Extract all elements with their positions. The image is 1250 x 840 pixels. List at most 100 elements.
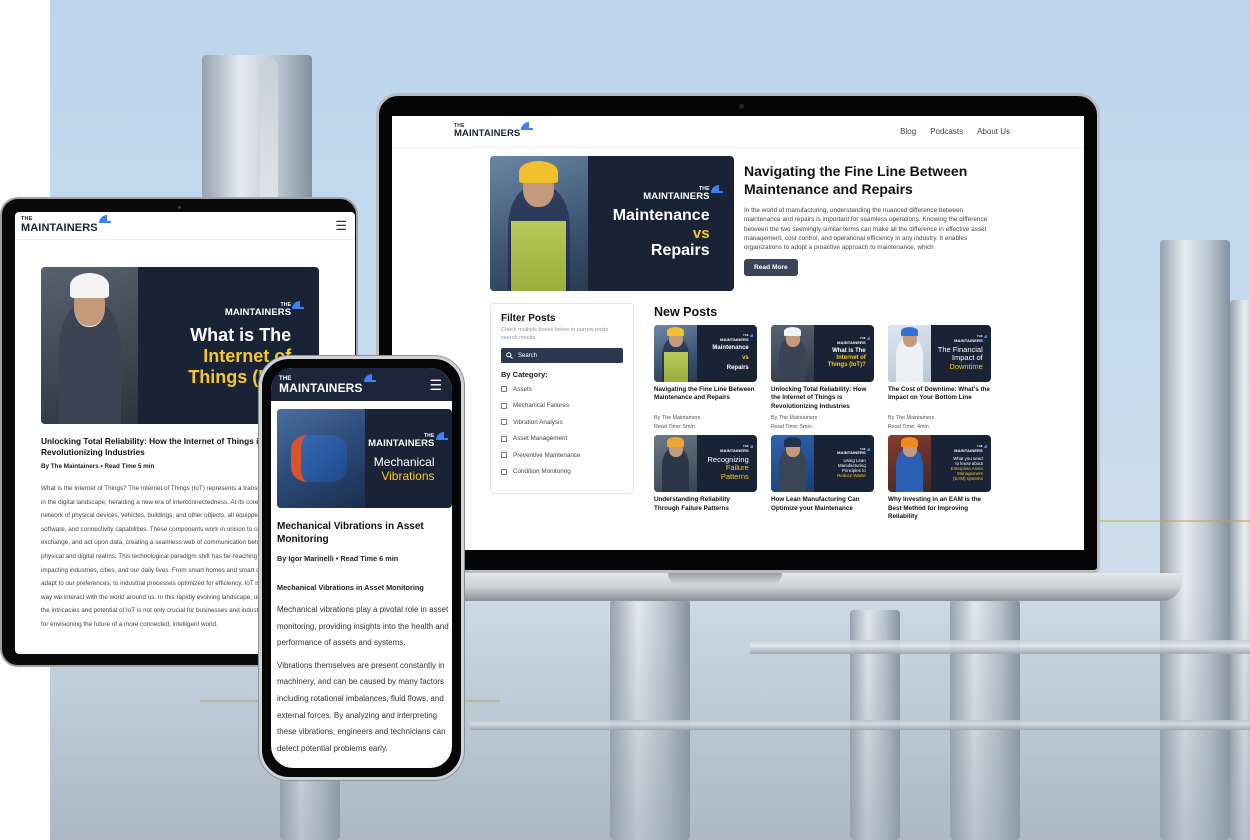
nav-about-us[interactable]: About Us	[977, 127, 1010, 136]
category-label-text: Vibration Analysis	[513, 418, 563, 426]
filter-panel: Filter Posts Check multiple boxes below …	[490, 303, 634, 494]
category-item[interactable]: Asset Management	[501, 431, 623, 448]
thumb-line: Reduce Waste	[837, 473, 866, 479]
posts-grid: THE MAINTAINERS Maintenance vs Repairs Na…	[654, 325, 991, 521]
laptop-notch	[668, 573, 782, 585]
site-header: THE MAINTAINERS Blog Podcasts About Us	[392, 116, 1084, 148]
checkbox[interactable]	[501, 452, 507, 459]
post-title[interactable]: Unlocking Total Reliability: How the Int…	[771, 386, 874, 411]
article-meta: By Igor Marinelli • Read Time 6 min	[277, 554, 399, 563]
camera-icon	[178, 206, 181, 209]
motor-illustration	[291, 434, 347, 483]
post-thumbnail[interactable]: THE MAINTAINERS What you need to know abo…	[888, 435, 991, 493]
featured-post-image[interactable]: THE MAINTAINERS Maintenance vs Repairs	[490, 156, 734, 291]
featured-post: THE MAINTAINERS Maintenance vs Repairs Na…	[392, 148, 1084, 291]
worker-photo	[490, 156, 588, 291]
post-card[interactable]: THE MAINTAINERS The Financial Impact of D…	[888, 325, 991, 431]
thumb-line: Maintenance	[712, 344, 749, 351]
category-list: Assets Mechanical Failures Vibration Ana…	[501, 381, 623, 480]
post-thumbnail[interactable]: THE MAINTAINERS The Financial Impact of D…	[888, 325, 991, 382]
menu-icon[interactable]: ☰	[335, 219, 347, 232]
thumb-line: Repairs	[726, 364, 749, 371]
filter-subtitle: Check multiple boxes below to narrow pos…	[501, 327, 609, 341]
banner-line: Vibrations	[381, 468, 435, 483]
camera-icon	[739, 104, 744, 109]
post-title[interactable]: Understanding Reliability Through Failur…	[654, 496, 757, 521]
article-title: Mechanical Vibrations in Asset Monitorin…	[277, 521, 424, 545]
post-card[interactable]: THE MAINTAINERS Maintenance vs Repairs Na…	[654, 325, 757, 431]
checkbox[interactable]	[501, 419, 507, 426]
category-item[interactable]: Condition Monitoring	[501, 464, 623, 481]
phone-header: THE MAINTAINERS ☰	[271, 368, 452, 401]
category-label-text: Assets	[513, 385, 532, 393]
new-posts: New Posts THE MAINTAINERS Maintenance vs …	[654, 303, 991, 521]
banner-line: Repairs	[650, 242, 710, 260]
search-icon	[506, 352, 513, 359]
laptop-frame: THE MAINTAINERS Blog Podcasts About Us T…	[376, 93, 1100, 573]
post-read-time: Read Time: 5min	[654, 423, 695, 430]
featured-post-title[interactable]: Navigating the Fine Line Between Mainten…	[744, 162, 989, 198]
category-label: By Category:	[501, 370, 548, 379]
nav-blog[interactable]: Blog	[900, 127, 916, 136]
thumb-line: (EAM) systems	[953, 475, 983, 481]
category-item[interactable]: Vibration Analysis	[501, 414, 623, 431]
post-title[interactable]: Navigating the Fine Line Between Mainten…	[654, 386, 757, 411]
content-area: Filter Posts Check multiple boxes below …	[392, 291, 1084, 521]
category-label-text: Asset Management	[513, 435, 568, 443]
post-thumbnail[interactable]: THE MAINTAINERS What is The Internet of T…	[771, 325, 874, 382]
post-title[interactable]: How Lean Manufacturing Can Optimize your…	[771, 496, 874, 521]
search-input[interactable]: Search	[501, 348, 623, 363]
category-label-text: Mechanical Failures	[513, 402, 569, 410]
post-card[interactable]: THE MAINTAINERS What is The Internet of T…	[771, 325, 874, 431]
banner-line: Maintenance	[612, 207, 710, 225]
post-author: By The Maintainers	[888, 415, 935, 421]
category-label-text: Condition Monitoring	[513, 468, 571, 476]
logo[interactable]: THE MAINTAINERS	[21, 215, 111, 234]
post-title[interactable]: Why Investing in an EAM is the Best Meth…	[888, 496, 991, 521]
checkbox[interactable]	[501, 402, 507, 409]
logo-mark-icon	[521, 122, 534, 131]
featured-post-excerpt: In the world of manufacturing, understan…	[744, 207, 988, 252]
post-read-time: Read Time: 4min	[888, 423, 929, 430]
post-thumbnail[interactable]: THE MAINTAINERS Recognizing Failure Patte…	[654, 435, 757, 493]
banner-logo: THE MAINTAINERS	[225, 300, 305, 318]
post-thumbnail[interactable]: THE MAINTAINERS Using Lean Manufacturing …	[771, 435, 874, 493]
thumb-line: vs	[742, 354, 749, 361]
banner-line: vs	[692, 225, 710, 243]
main-nav: Blog Podcasts About Us	[900, 127, 1010, 136]
read-more-button[interactable]: Read More	[744, 259, 798, 277]
article-subheading: Mechanical Vibrations in Asset Monitorin…	[277, 583, 424, 592]
checkbox[interactable]	[501, 435, 507, 442]
laptop-screen: THE MAINTAINERS Blog Podcasts About Us T…	[392, 116, 1084, 550]
mockup-stage: THE MAINTAINERS Blog Podcasts About Us T…	[0, 0, 1250, 840]
menu-icon[interactable]: ☰	[429, 378, 442, 392]
checkbox[interactable]	[501, 468, 507, 475]
logo[interactable]: THE MAINTAINERS	[279, 373, 376, 394]
featured-post-text: Navigating the Fine Line Between Mainten…	[744, 156, 989, 291]
banner-logo: THE MAINTAINERS	[368, 432, 448, 449]
category-item[interactable]: Mechanical Failures	[501, 398, 623, 415]
tablet-header: THE MAINTAINERS ☰	[15, 212, 355, 240]
banner-line: Mechanical	[373, 454, 435, 469]
post-title[interactable]: The Cost of Downtime: What's the Impact …	[888, 386, 991, 411]
article-hero-image: THE MAINTAINERS Mechanical Vibrations	[277, 409, 452, 508]
category-item[interactable]: Assets	[501, 381, 623, 398]
article-paragraph: Vibrations themselves are present consta…	[277, 660, 446, 753]
filter-title: Filter Posts	[501, 313, 556, 324]
category-item[interactable]: Preventive Maintenance	[501, 447, 623, 464]
post-card[interactable]: THE MAINTAINERS Using Lean Manufacturing …	[771, 435, 874, 521]
post-author: By The Maintainers	[654, 415, 701, 421]
thumb-line: Internet of	[836, 354, 866, 361]
post-thumbnail[interactable]: THE MAINTAINERS Maintenance vs Repairs	[654, 325, 757, 382]
logo-name: MAINTAINERS	[454, 128, 521, 140]
banner-logo: THE MAINTAINERS	[643, 184, 723, 202]
checkbox[interactable]	[501, 386, 507, 393]
post-card[interactable]: THE MAINTAINERS Recognizing Failure Patte…	[654, 435, 757, 521]
phone-screen: THE MAINTAINERS ☰ THE MAINTAINERS Mechanic…	[271, 368, 452, 768]
nav-podcasts[interactable]: Podcasts	[930, 127, 963, 136]
post-card[interactable]: THE MAINTAINERS What you need to know abo…	[888, 435, 991, 521]
new-posts-heading: New Posts	[654, 305, 718, 319]
post-read-time: Read Time: 5min	[771, 423, 812, 430]
category-label-text: Preventive Maintenance	[513, 451, 581, 459]
logo[interactable]: THE MAINTAINERS	[454, 122, 534, 140]
